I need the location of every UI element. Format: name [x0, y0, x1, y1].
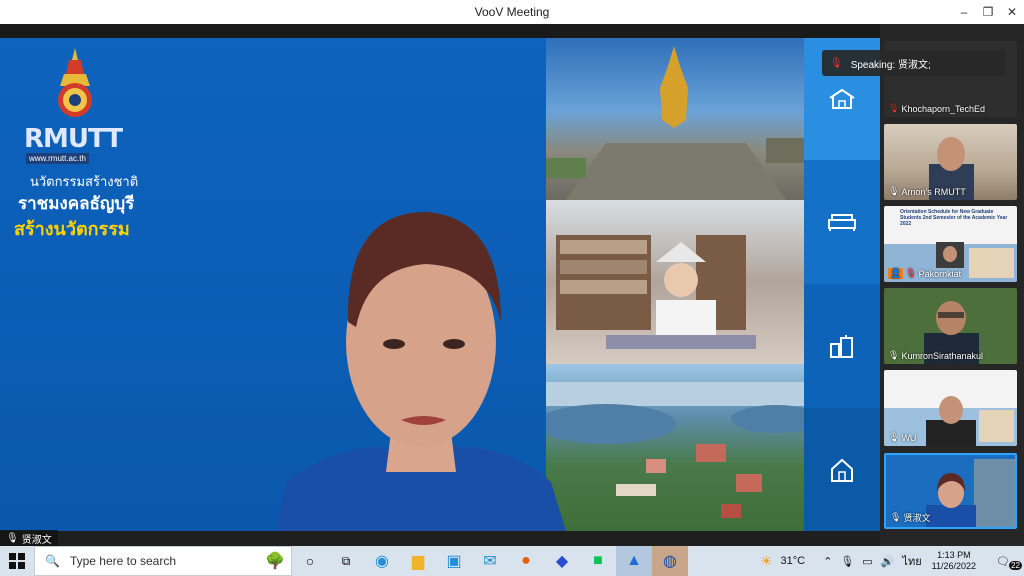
- file-explorer-button[interactable]: ▆: [400, 546, 436, 576]
- system-tray: ☀ 31°C ⌃ 🎙 ▭ 🔊 ไทย 1:13 PM 11/26/2022 🗨 …: [756, 546, 1024, 576]
- mic-muted-icon: 🎙: [830, 57, 843, 69]
- slogan-line-1: นวัตกรรมสร้างชาติ: [30, 174, 139, 189]
- clock-time: 1:13 PM: [937, 550, 971, 560]
- firefox-icon: ●: [521, 552, 531, 569]
- shrine-icon: [831, 458, 853, 482]
- participant-tile[interactable]: Orientation Schedule for New Graduate St…: [884, 206, 1017, 282]
- store-icon: ▣: [446, 553, 462, 570]
- video-name-label: 🎙 贤淑文: [0, 530, 58, 546]
- video-name-text: 贤淑文: [21, 534, 52, 546]
- voov-button[interactable]: ▲: [616, 546, 652, 576]
- edge-icon: ◉: [375, 553, 389, 570]
- logo-wordmark: RMUTT: [24, 124, 123, 154]
- slogan-line-3: สร้างนวัตกรรม: [14, 219, 130, 239]
- task-view-icon: ⧉: [341, 553, 351, 568]
- participant-name: WU: [901, 432, 917, 443]
- mic-muted-icon: 🎙: [905, 268, 917, 278]
- restore-button[interactable]: ❐: [976, 0, 1000, 24]
- participant-name: KumronSirathanakul: [901, 350, 983, 361]
- clock[interactable]: 1:13 PM 11/26/2022: [926, 550, 982, 572]
- mic-muted-icon: 🎙: [888, 103, 900, 113]
- windows-logo-icon: [9, 553, 25, 569]
- notification-button[interactable]: 🗨 22: [982, 555, 1024, 570]
- participant-name: 贤淑文: [903, 513, 931, 523]
- participant-name: Pakornkiat: [918, 268, 962, 279]
- folder-icon: ▆: [411, 553, 425, 570]
- avatar-icon: 👤: [888, 268, 904, 279]
- voov-icon: ▲: [626, 552, 642, 569]
- windows-taskbar: 🔍 Type here to search 🌳 ○ ⧉ ◉ ▆ ▣ ✉ ● ◆ …: [0, 546, 1024, 576]
- participant-tile[interactable]: 🎙 KumronSirathanakul: [884, 288, 1017, 364]
- weather-icon[interactable]: ☀: [756, 553, 777, 570]
- campus-aerial-photo: [546, 364, 804, 531]
- window-titlebar: VooV Meeting – ❐ ✕: [0, 0, 1024, 24]
- clock-date: 11/26/2022: [931, 561, 977, 571]
- mail-button[interactable]: ✉: [472, 546, 508, 576]
- logo-url: www.rmutt.ac.th: [26, 153, 89, 164]
- participants-sidebar: 🎙 Khochaporn_TechEd 🎙 Arnon’s RMUTT Orient…: [880, 24, 1024, 546]
- mail-icon: ✉: [483, 553, 497, 570]
- speaker-video: [276, 212, 566, 531]
- university-emblem-icon: [58, 48, 92, 117]
- webex-icon: ◆: [555, 553, 569, 570]
- chevron-up-icon[interactable]: ⌃: [819, 555, 836, 568]
- participant-name: Arnon’s RMUTT: [901, 186, 966, 197]
- network-icon[interactable]: ▭: [858, 555, 876, 568]
- nav-shrine-button[interactable]: [804, 408, 880, 531]
- line-icon: ■: [593, 552, 603, 569]
- mic-icon: 🎙: [888, 432, 900, 442]
- cortana-button[interactable]: ○: [292, 546, 328, 576]
- slide-thumb-title: Orientation Schedule for New Graduate St…: [900, 209, 1008, 227]
- bonsai-icon: 🌳: [265, 553, 285, 570]
- slogan-line-2: ราชมงคลธัญบุรี: [18, 194, 135, 213]
- microphone-icon[interactable]: 🎙: [836, 555, 858, 568]
- minimize-button[interactable]: –: [952, 0, 976, 24]
- building-icon: [830, 335, 853, 358]
- weather-temp[interactable]: 31°C: [777, 555, 810, 567]
- shared-screen: RMUTT www.rmutt.ac.th นวัตกรรมสร้างชาติ …: [0, 38, 880, 531]
- library-photo: [546, 200, 804, 364]
- start-button[interactable]: [0, 546, 34, 576]
- bed-icon: [828, 214, 856, 231]
- app-icon: ◍: [663, 553, 677, 570]
- task-view-button[interactable]: ⧉: [328, 546, 364, 576]
- mic-icon: 🎙: [6, 532, 19, 544]
- participant-name: Khochaporn_TechEd: [901, 103, 985, 114]
- participant-tile[interactable]: 🎙 Arnon’s RMUTT: [884, 124, 1017, 200]
- circle-icon: ○: [305, 553, 315, 569]
- search-icon: 🔍: [45, 554, 60, 568]
- store-button[interactable]: ▣: [436, 546, 472, 576]
- language-indicator[interactable]: ไทย: [898, 552, 925, 570]
- close-button[interactable]: ✕: [1000, 0, 1024, 24]
- app-button[interactable]: ◍: [652, 546, 688, 576]
- notification-count: 22: [1009, 560, 1022, 570]
- participant-tile-active[interactable]: 🎙 贤淑文: [884, 453, 1017, 529]
- webex-button[interactable]: ◆: [544, 546, 580, 576]
- participant-tile[interactable]: 🎙 WU: [884, 370, 1017, 446]
- monument-photo: [546, 38, 804, 200]
- window-controls: – ❐ ✕: [952, 0, 1024, 24]
- speaking-banner: 🎙 Speaking: 贤淑文;: [822, 50, 1006, 76]
- home-icon: [829, 88, 855, 109]
- window-title: VooV Meeting: [474, 5, 550, 19]
- speaking-text: Speaking: 贤淑文;: [850, 59, 931, 71]
- line-button[interactable]: ■: [580, 546, 616, 576]
- nav-bed-button[interactable]: [804, 160, 880, 284]
- nav-building-button[interactable]: [804, 284, 880, 408]
- mic-icon: 🎙: [888, 350, 900, 360]
- search-placeholder: Type here to search: [69, 554, 177, 568]
- mic-icon: 🎙: [890, 512, 902, 522]
- edge-button[interactable]: ◉: [364, 546, 400, 576]
- firefox-button[interactable]: ●: [508, 546, 544, 576]
- taskbar-search[interactable]: 🔍 Type here to search 🌳: [34, 546, 292, 576]
- slide-nav-column: [804, 38, 880, 531]
- mic-icon: 🎙: [888, 186, 900, 196]
- volume-icon[interactable]: 🔊: [877, 555, 899, 568]
- share-top-bar: [0, 24, 880, 38]
